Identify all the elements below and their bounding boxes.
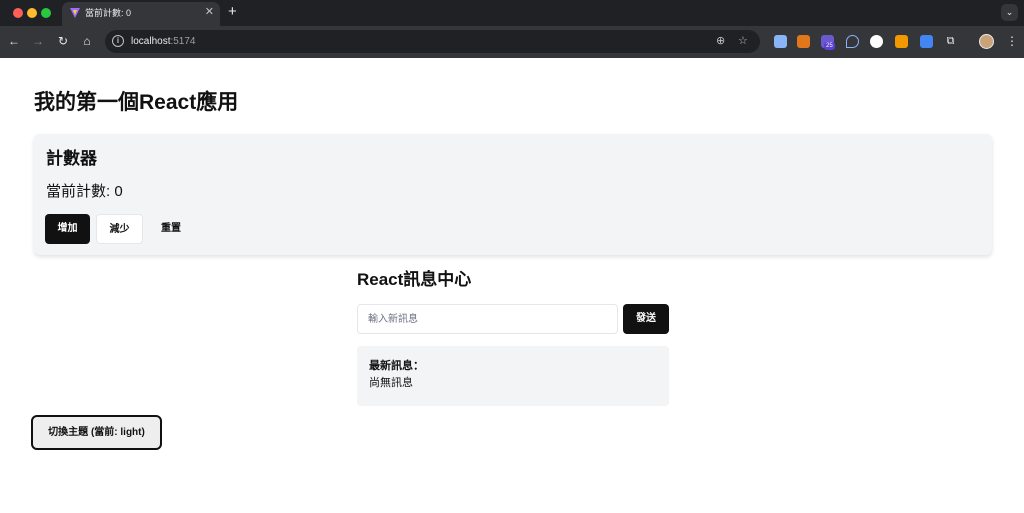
url-host: localhost — [131, 36, 171, 47]
address-bar[interactable]: i localhost:5174 ⊕ ☆ — [105, 30, 760, 53]
extension-badge: 25 — [824, 42, 835, 50]
browser-tab-active[interactable]: 當前計數: 0 ✕ — [62, 2, 220, 26]
minimize-window-button[interactable] — [27, 8, 37, 18]
back-arrow-icon[interactable]: ← — [7, 34, 21, 48]
new-tab-button[interactable]: + — [228, 4, 237, 20]
reset-button[interactable]: 重置 — [148, 214, 194, 244]
count-label: 當前計數: — [46, 183, 111, 200]
send-button[interactable]: 發送 — [623, 304, 669, 334]
more-menu-icon[interactable]: ⋮ — [1006, 33, 1018, 49]
zoom-icon[interactable]: ⊕ — [716, 34, 725, 48]
forward-arrow-icon[interactable]: → — [31, 34, 45, 48]
message-input[interactable] — [357, 304, 618, 334]
cat-extension-icon[interactable] — [870, 35, 883, 48]
tab-close-icon[interactable]: ✕ — [205, 5, 214, 19]
count-value: 0 — [114, 183, 123, 200]
tab-title: 當前計數: 0 — [85, 8, 132, 18]
tab-search-chevron-icon[interactable]: ⌄ — [1001, 4, 1018, 21]
count-display: 當前計數: 0 — [46, 182, 123, 202]
puzzle-extensions-icon[interactable]: ⧉ — [944, 35, 957, 48]
theme-toggle-button[interactable]: 切換主題 (當前: light) — [31, 415, 162, 450]
bookmark-star-icon[interactable]: ☆ — [738, 34, 748, 48]
counter-heading: 計數器 — [46, 149, 97, 168]
latest-message-box: 最新訊息： 尚無訊息 — [357, 346, 669, 406]
extension-icon-6[interactable] — [895, 35, 908, 48]
maximize-window-button[interactable] — [41, 8, 51, 18]
message-center-heading: React訊息中心 — [357, 270, 472, 289]
browser-tab-bar: 當前計數: 0 ✕ + ⌄ — [0, 0, 1024, 26]
latest-message-value: 尚無訊息 — [369, 377, 413, 389]
site-info-icon[interactable]: i — [112, 35, 124, 47]
decrement-button[interactable]: 減少 — [96, 214, 143, 244]
drop-extension-icon[interactable] — [846, 35, 859, 48]
vite-icon — [70, 8, 80, 18]
url-text[interactable]: localhost:5174 — [131, 35, 196, 48]
browser-toolbar: ← → ↻ ⌂ i localhost:5174 ⊕ ☆ 25 ⧉ ⋮ — [0, 26, 1024, 58]
extension-icon-7[interactable] — [920, 35, 933, 48]
extension-icon-1[interactable] — [774, 35, 787, 48]
profile-avatar[interactable] — [979, 34, 994, 49]
increment-button[interactable]: 增加 — [45, 214, 90, 244]
home-icon[interactable]: ⌂ — [80, 34, 94, 48]
metamask-extension-icon[interactable] — [797, 35, 810, 48]
page-content: 我的第一個React應用 計數器 當前計數: 0 增加 減少 重置 React訊… — [0, 58, 1024, 513]
url-port: :5174 — [170, 36, 196, 47]
counter-card: 計數器 當前計數: 0 增加 減少 重置 — [34, 134, 992, 255]
reload-icon[interactable]: ↻ — [56, 34, 70, 48]
close-window-button[interactable] — [13, 8, 23, 18]
latest-message-label: 最新訊息： — [369, 360, 424, 372]
app-title: 我的第一個React應用 — [34, 91, 239, 114]
